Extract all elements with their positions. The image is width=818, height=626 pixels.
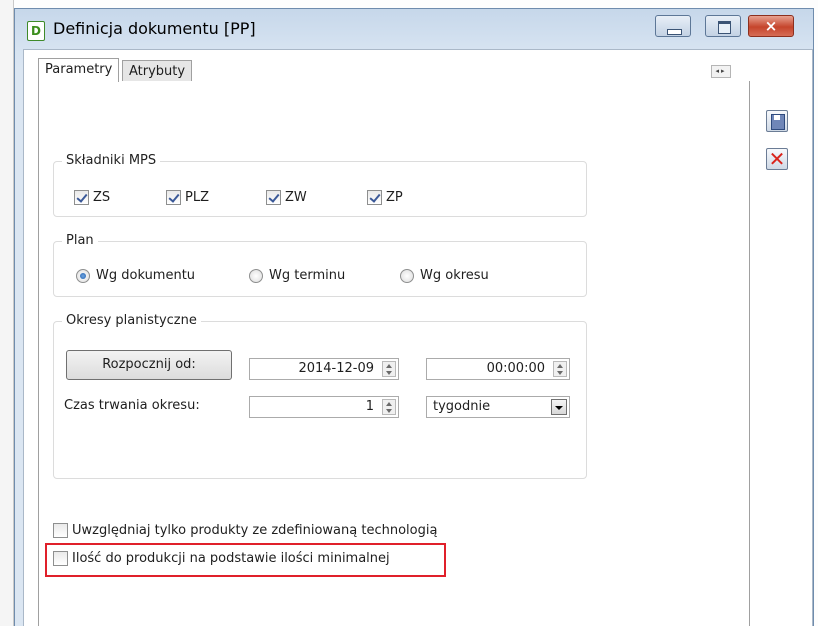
checkbox-zs[interactable]: ZS	[74, 190, 110, 205]
checkbox-zw-label: ZW	[285, 190, 307, 205]
close-icon: ✕	[768, 147, 786, 171]
parametry-panel: Składniki MPS ZS PLZ ZW ZP Plan Wg dokum…	[38, 81, 750, 626]
window-client-area: Atrybuty Parametry ◂▸ Składniki MPS ZS P…	[23, 49, 813, 626]
window-title: Definicja dokumentu [PP]	[53, 19, 256, 38]
mps-components-group: Składniki MPS ZS PLZ ZW ZP	[53, 153, 587, 217]
radio-wg-terminu-label: Wg terminu	[269, 268, 346, 283]
checkbox-zs-box[interactable]	[74, 190, 89, 205]
mps-group-title: Składniki MPS	[62, 153, 161, 168]
start-from-button[interactable]: Rozpocznij od:	[66, 350, 232, 380]
start-date-field[interactable]: 2014-12-09	[249, 358, 399, 380]
tab-atrybuty[interactable]: Atrybuty	[122, 60, 193, 82]
cancel-icon[interactable]: ✕	[766, 147, 788, 171]
radio-wg-okresu-circle[interactable]	[400, 268, 414, 283]
tab-parametry[interactable]: Parametry	[38, 58, 120, 82]
start-time-value: 00:00:00	[486, 361, 545, 376]
plan-group: Plan Wg dokumentu Wg terminu Wg okresu	[53, 233, 587, 297]
radio-wg-okresu[interactable]: Wg okresu	[400, 268, 489, 283]
plan-group-title: Plan	[62, 233, 98, 248]
radio-wg-dokumentu-circle[interactable]	[76, 268, 90, 283]
document-icon: D	[27, 21, 45, 41]
start-date-value: 2014-12-09	[298, 361, 374, 376]
period-unit-select[interactable]: tygodnie	[426, 396, 570, 418]
checkbox-zp-label: ZP	[386, 190, 403, 205]
start-time-field[interactable]: 00:00:00	[426, 358, 570, 380]
checkbox-zs-label: ZS	[93, 190, 111, 205]
period-unit-value: tygodnie	[433, 399, 491, 414]
checkbox-zw-box[interactable]	[266, 190, 281, 205]
checkbox-zp-box[interactable]	[367, 190, 382, 205]
checkbox-plz[interactable]: PLZ	[166, 190, 209, 205]
period-duration-value: 1	[365, 399, 374, 414]
checkbox-plz-box[interactable]	[166, 190, 181, 205]
chevron-down-icon[interactable]	[551, 399, 567, 415]
tab-scroll-arrows[interactable]: ◂▸	[711, 65, 731, 78]
period-duration-field[interactable]: 1	[249, 396, 399, 418]
document-definition-window: D Definicja dokumentu [PP] × Atrybuty Pa…	[14, 8, 814, 626]
checkbox-zw[interactable]: ZW	[266, 190, 307, 205]
close-icon: ×	[764, 17, 778, 35]
checkbox-zp[interactable]: ZP	[367, 190, 403, 205]
periods-group-title: Okresy planistyczne	[62, 313, 201, 328]
period-duration-label: Czas trwania okresu:	[64, 398, 200, 413]
save-icon[interactable]	[766, 110, 788, 132]
checkbox-only-with-technology[interactable]: Uwzględniaj tylko produkty ze zdefiniowa…	[53, 523, 437, 538]
red-highlight-frame	[45, 543, 446, 577]
start-date-spinner[interactable]	[382, 361, 396, 377]
period-duration-spinner[interactable]	[382, 399, 396, 415]
start-time-spinner[interactable]	[553, 361, 567, 377]
radio-wg-terminu-circle[interactable]	[249, 268, 263, 283]
checkbox-only-with-technology-box[interactable]	[53, 523, 68, 538]
minimize-button[interactable]	[655, 15, 691, 37]
radio-wg-terminu[interactable]: Wg terminu	[249, 268, 345, 283]
radio-wg-dokumentu[interactable]: Wg dokumentu	[76, 268, 195, 283]
close-window-button[interactable]: ×	[748, 15, 794, 37]
checkbox-plz-label: PLZ	[185, 190, 209, 205]
radio-wg-dokumentu-label: Wg dokumentu	[96, 268, 196, 283]
planning-periods-group: Okresy planistyczne Rozpocznij od: 2014-…	[53, 313, 587, 479]
checkbox-only-with-technology-label: Uwzględniaj tylko produkty ze zdefiniowa…	[72, 523, 438, 538]
background-strip	[0, 0, 14, 626]
maximize-button[interactable]	[705, 15, 741, 37]
title-bar[interactable]: D Definicja dokumentu [PP] ×	[15, 9, 813, 49]
radio-wg-okresu-label: Wg okresu	[420, 268, 489, 283]
